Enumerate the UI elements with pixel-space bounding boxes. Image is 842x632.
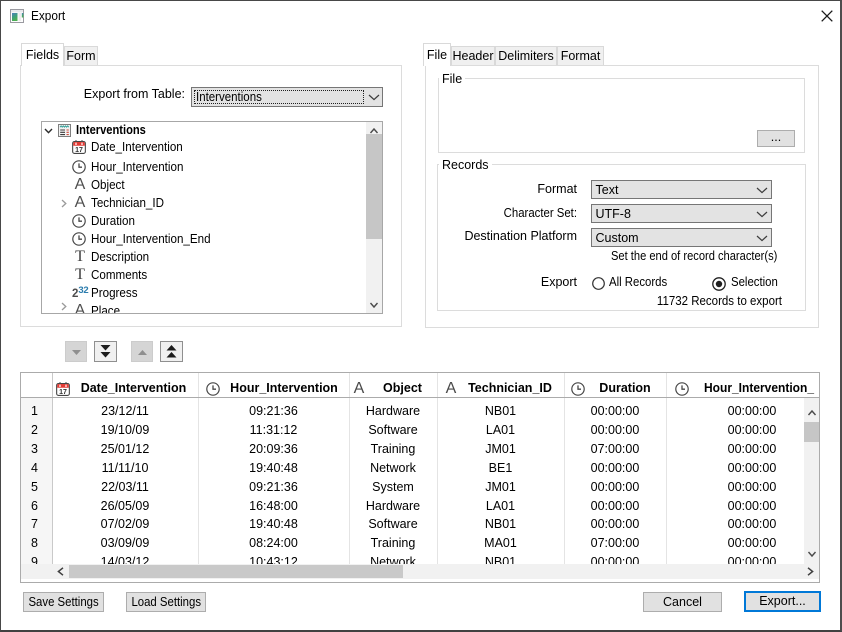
svg-text:17: 17 [75, 147, 83, 154]
svg-text:17: 17 [59, 389, 67, 396]
